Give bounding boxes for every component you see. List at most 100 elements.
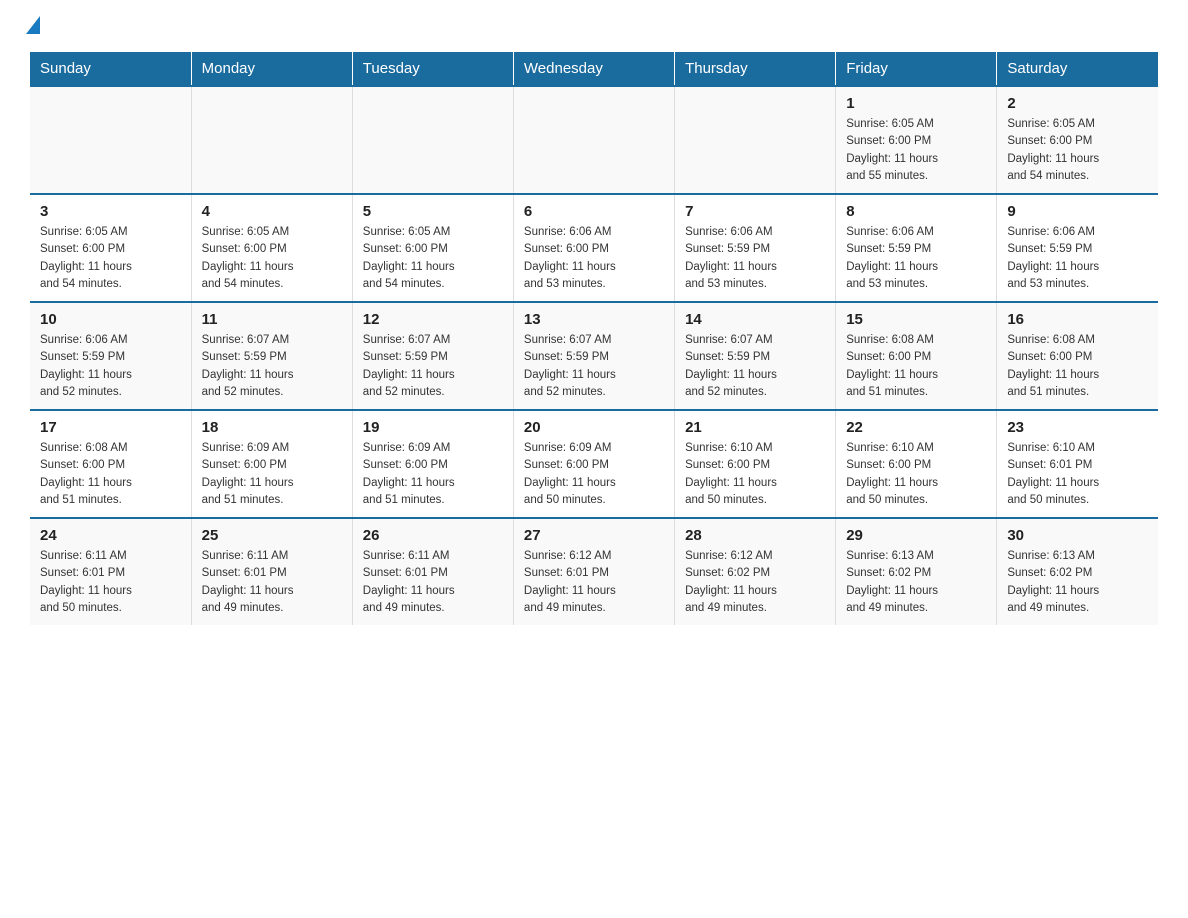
page-header [30,20,1158,32]
calendar-cell: 15 Sunrise: 6:08 AMSunset: 6:00 PMDayligh… [836,302,997,410]
day-info: Sunrise: 6:05 AMSunset: 6:00 PMDaylight:… [363,224,503,293]
calendar-cell [675,86,836,194]
day-info: Sunrise: 6:05 AMSunset: 6:00 PMDaylight:… [40,224,181,293]
calendar-cell: 1 Sunrise: 6:05 AMSunset: 6:00 PMDaylight… [836,86,997,194]
day-info: Sunrise: 6:06 AMSunset: 5:59 PMDaylight:… [1007,224,1148,293]
calendar-cell [30,86,191,194]
day-info: Sunrise: 6:05 AMSunset: 6:00 PMDaylight:… [202,224,342,293]
calendar-cell: 3 Sunrise: 6:05 AMSunset: 6:00 PMDaylight… [30,194,191,302]
calendar-week-row: 24 Sunrise: 6:11 AMSunset: 6:01 PMDayligh… [30,518,1158,625]
day-number: 3 [40,203,181,220]
day-number: 12 [363,311,503,328]
header-friday: Friday [836,52,997,86]
day-number: 17 [40,419,181,436]
day-info: Sunrise: 6:07 AMSunset: 5:59 PMDaylight:… [202,332,342,401]
calendar-week-row: 3 Sunrise: 6:05 AMSunset: 6:00 PMDaylight… [30,194,1158,302]
calendar-cell: 11 Sunrise: 6:07 AMSunset: 5:59 PMDayligh… [191,302,352,410]
day-number: 10 [40,311,181,328]
calendar-cell: 2 Sunrise: 6:05 AMSunset: 6:00 PMDaylight… [997,86,1158,194]
day-number: 25 [202,527,342,544]
calendar-cell: 26 Sunrise: 6:11 AMSunset: 6:01 PMDayligh… [352,518,513,625]
day-number: 6 [524,203,664,220]
calendar-cell: 7 Sunrise: 6:06 AMSunset: 5:59 PMDaylight… [675,194,836,302]
calendar-cell: 19Sunrise: 6:09 AMSunset: 6:00 PMDayligh… [352,410,513,518]
calendar-cell: 16 Sunrise: 6:08 AMSunset: 6:00 PMDayligh… [997,302,1158,410]
day-number: 11 [202,311,342,328]
calendar-cell: 5 Sunrise: 6:05 AMSunset: 6:00 PMDaylight… [352,194,513,302]
day-info: Sunrise: 6:05 AMSunset: 6:00 PMDaylight:… [846,116,986,185]
calendar-cell: 14 Sunrise: 6:07 AMSunset: 5:59 PMDayligh… [675,302,836,410]
day-number: 19 [363,419,503,436]
day-info: Sunrise: 6:11 AMSunset: 6:01 PMDaylight:… [363,548,503,617]
day-info: Sunrise: 6:10 AMSunset: 6:00 PMDaylight:… [846,440,986,509]
day-number: 9 [1007,203,1148,220]
day-info: Sunrise: 6:10 AMSunset: 6:01 PMDaylight:… [1007,440,1148,509]
calendar-table: SundayMondayTuesdayWednesdayThursdayFrid… [30,52,1158,625]
header-thursday: Thursday [675,52,836,86]
day-number: 23 [1007,419,1148,436]
day-info: Sunrise: 6:13 AMSunset: 6:02 PMDaylight:… [846,548,986,617]
day-info: Sunrise: 6:07 AMSunset: 5:59 PMDaylight:… [524,332,664,401]
calendar-cell: 29Sunrise: 6:13 AMSunset: 6:02 PMDayligh… [836,518,997,625]
day-number: 24 [40,527,181,544]
day-number: 4 [202,203,342,220]
day-info: Sunrise: 6:09 AMSunset: 6:00 PMDaylight:… [202,440,342,509]
calendar-week-row: 10 Sunrise: 6:06 AMSunset: 5:59 PMDayligh… [30,302,1158,410]
calendar-cell: 28 Sunrise: 6:12 AMSunset: 6:02 PMDayligh… [675,518,836,625]
day-info: Sunrise: 6:06 AMSunset: 5:59 PMDaylight:… [846,224,986,293]
day-number: 15 [846,311,986,328]
calendar-cell [513,86,674,194]
calendar-cell: 9 Sunrise: 6:06 AMSunset: 5:59 PMDaylight… [997,194,1158,302]
day-info: Sunrise: 6:10 AMSunset: 6:00 PMDaylight:… [685,440,825,509]
calendar-cell: 4 Sunrise: 6:05 AMSunset: 6:00 PMDaylight… [191,194,352,302]
calendar-cell: 13 Sunrise: 6:07 AMSunset: 5:59 PMDayligh… [513,302,674,410]
day-number: 16 [1007,311,1148,328]
day-info: Sunrise: 6:07 AMSunset: 5:59 PMDaylight:… [363,332,503,401]
day-info: Sunrise: 6:06 AMSunset: 5:59 PMDaylight:… [40,332,181,401]
calendar-cell: 21 Sunrise: 6:10 AMSunset: 6:00 PMDayligh… [675,410,836,518]
calendar-cell [191,86,352,194]
header-sunday: Sunday [30,52,191,86]
day-info: Sunrise: 6:12 AMSunset: 6:02 PMDaylight:… [685,548,825,617]
calendar-cell: 12 Sunrise: 6:07 AMSunset: 5:59 PMDayligh… [352,302,513,410]
day-number: 28 [685,527,825,544]
header-monday: Monday [191,52,352,86]
calendar-cell: 20Sunrise: 6:09 AMSunset: 6:00 PMDayligh… [513,410,674,518]
day-info: Sunrise: 6:08 AMSunset: 6:00 PMDaylight:… [846,332,986,401]
day-number: 7 [685,203,825,220]
day-number: 27 [524,527,664,544]
calendar-header-row: SundayMondayTuesdayWednesdayThursdayFrid… [30,52,1158,86]
day-number: 8 [846,203,986,220]
day-info: Sunrise: 6:06 AMSunset: 5:59 PMDaylight:… [685,224,825,293]
calendar-cell: 30Sunrise: 6:13 AMSunset: 6:02 PMDayligh… [997,518,1158,625]
calendar-cell: 10 Sunrise: 6:06 AMSunset: 5:59 PMDayligh… [30,302,191,410]
calendar-week-row: 17Sunrise: 6:08 AMSunset: 6:00 PMDayligh… [30,410,1158,518]
logo [30,20,40,32]
day-info: Sunrise: 6:06 AMSunset: 6:00 PMDaylight:… [524,224,664,293]
day-number: 2 [1007,95,1148,112]
calendar-cell: 6 Sunrise: 6:06 AMSunset: 6:00 PMDaylight… [513,194,674,302]
day-number: 1 [846,95,986,112]
day-info: Sunrise: 6:08 AMSunset: 6:00 PMDaylight:… [1007,332,1148,401]
day-info: Sunrise: 6:13 AMSunset: 6:02 PMDaylight:… [1007,548,1148,617]
calendar-cell: 25Sunrise: 6:11 AMSunset: 6:01 PMDayligh… [191,518,352,625]
day-number: 13 [524,311,664,328]
day-number: 26 [363,527,503,544]
day-info: Sunrise: 6:05 AMSunset: 6:00 PMDaylight:… [1007,116,1148,185]
logo-triangle-icon [26,16,40,34]
calendar-cell: 27 Sunrise: 6:12 AMSunset: 6:01 PMDayligh… [513,518,674,625]
calendar-cell: 23 Sunrise: 6:10 AMSunset: 6:01 PMDayligh… [997,410,1158,518]
calendar-cell: 22 Sunrise: 6:10 AMSunset: 6:00 PMDayligh… [836,410,997,518]
day-number: 14 [685,311,825,328]
day-info: Sunrise: 6:12 AMSunset: 6:01 PMDaylight:… [524,548,664,617]
day-number: 5 [363,203,503,220]
calendar-cell: 24Sunrise: 6:11 AMSunset: 6:01 PMDayligh… [30,518,191,625]
day-number: 21 [685,419,825,436]
calendar-week-row: 1 Sunrise: 6:05 AMSunset: 6:00 PMDaylight… [30,86,1158,194]
day-info: Sunrise: 6:09 AMSunset: 6:00 PMDaylight:… [524,440,664,509]
day-info: Sunrise: 6:07 AMSunset: 5:59 PMDaylight:… [685,332,825,401]
calendar-cell: 18Sunrise: 6:09 AMSunset: 6:00 PMDayligh… [191,410,352,518]
header-saturday: Saturday [997,52,1158,86]
calendar-cell: 8 Sunrise: 6:06 AMSunset: 5:59 PMDaylight… [836,194,997,302]
day-number: 22 [846,419,986,436]
